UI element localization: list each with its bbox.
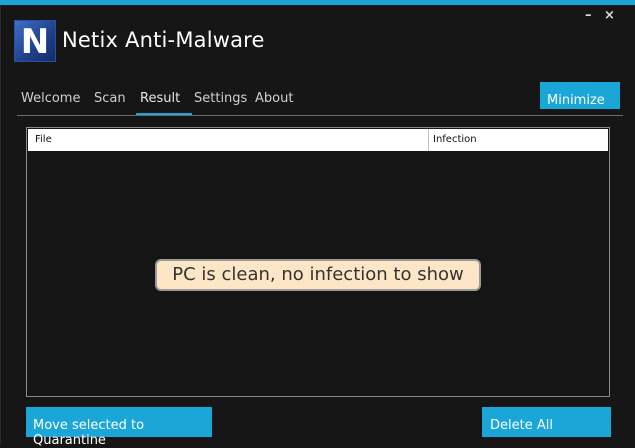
delete-all-button[interactable]: Delete All	[482, 407, 611, 437]
app-logo-letter: N	[20, 22, 50, 62]
window-close-icon[interactable]: ×	[604, 9, 615, 23]
move-to-quarantine-button[interactable]: Move selected to Quarantine	[26, 407, 212, 448]
tab-scan[interactable]: Scan	[94, 91, 126, 106]
tab-welcome[interactable]: Welcome	[21, 91, 80, 106]
minimize-button[interactable]: Minimize	[540, 82, 620, 109]
window-top-accent-bar	[0, 0, 635, 5]
column-header-infection[interactable]: Infection	[433, 134, 477, 145]
window-minimize-icon[interactable]: –	[585, 9, 592, 23]
tab-about[interactable]: About	[255, 91, 293, 106]
tab-settings[interactable]: Settings	[194, 91, 247, 106]
window-left-border	[0, 5, 1, 444]
column-divider[interactable]	[428, 129, 429, 151]
app-logo: N	[14, 20, 56, 62]
table-header-row: File Infection	[28, 129, 608, 151]
empty-state-message: PC is clean, no infection to show	[155, 259, 481, 291]
column-header-file[interactable]: File	[35, 134, 52, 145]
tab-result[interactable]: Result	[140, 91, 180, 106]
app-title: Netix Anti-Malware	[62, 28, 265, 52]
tab-underline	[17, 115, 623, 116]
